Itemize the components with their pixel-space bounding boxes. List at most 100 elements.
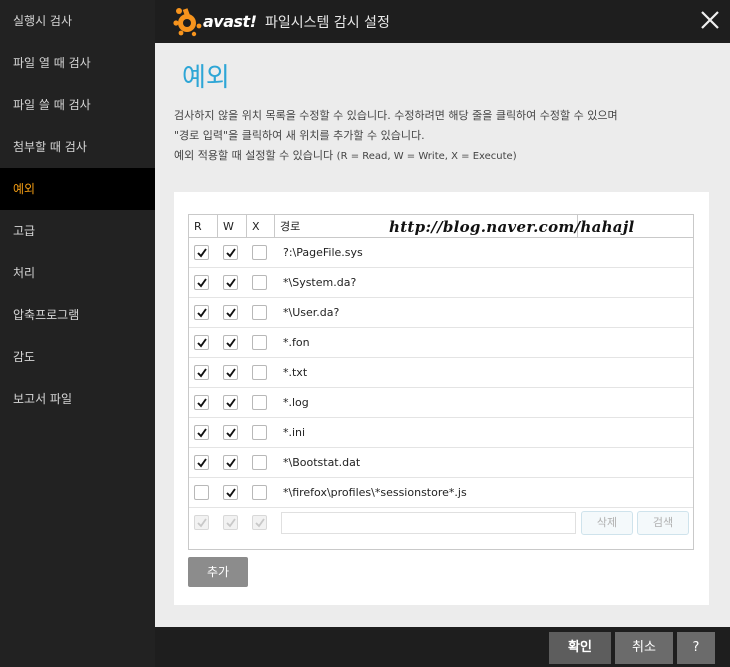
read-checkbox[interactable] — [194, 305, 209, 320]
description-legend: (R = Read, W = Write, X = Execute) — [336, 151, 517, 162]
read-checkbox[interactable] — [194, 245, 209, 260]
execute-checkbox[interactable] — [252, 455, 267, 470]
path-cell[interactable]: *.txt — [283, 358, 307, 388]
add-button[interactable]: 추가 — [188, 557, 248, 587]
path-cell[interactable]: ?:\PageFile.sys — [283, 238, 363, 268]
avast-logo-icon — [173, 8, 202, 37]
column-header-read[interactable]: R — [189, 215, 218, 238]
sidebar-item-packers[interactable]: 압축프로그램 — [0, 294, 155, 336]
sidebar-item-sensitivity[interactable]: 감도 — [0, 336, 155, 378]
help-button[interactable]: ? — [677, 632, 715, 664]
column-header-write[interactable]: W — [218, 215, 247, 238]
read-checkbox[interactable] — [194, 335, 209, 350]
description-line-3: 예외 적용할 때 설정할 수 있습니다 (R = Read, W = Write… — [174, 146, 719, 167]
sidebar-item-scan-on-open[interactable]: 파일 열 때 검사 — [0, 42, 155, 84]
write-checkbox[interactable] — [223, 335, 238, 350]
exclusions-table: R W X 경로 ?:\PageFile.sys *\System.da? *\Us… — [188, 214, 694, 550]
check-icon — [226, 488, 236, 498]
execute-checkbox[interactable] — [252, 395, 267, 410]
new-entry-write-checkbox — [223, 515, 238, 530]
path-cell[interactable]: *\Bootstat.dat — [283, 448, 360, 478]
table-row[interactable]: *\User.da? — [189, 298, 693, 328]
table-row[interactable]: ?:\PageFile.sys — [189, 238, 693, 268]
check-icon — [226, 368, 236, 378]
close-icon[interactable] — [698, 8, 722, 32]
path-cell[interactable]: *.log — [283, 388, 309, 418]
sidebar-item-report-file[interactable]: 보고서 파일 — [0, 378, 155, 420]
execute-checkbox[interactable] — [252, 245, 267, 260]
write-checkbox[interactable] — [223, 395, 238, 410]
check-icon — [197, 428, 207, 438]
footer-bar: 확인 취소 ? — [155, 627, 730, 667]
check-icon — [226, 278, 236, 288]
check-icon — [197, 398, 207, 408]
check-icon — [226, 458, 236, 468]
description-line-1: 검사하지 않을 위치 목록을 수정할 수 있습니다. 수정하려면 해당 줄을 클… — [174, 109, 618, 122]
sidebar-item-actions[interactable]: 처리 — [0, 252, 155, 294]
execute-checkbox[interactable] — [252, 335, 267, 350]
sidebar-item-startup-scan[interactable]: 실행시 검사 — [0, 0, 155, 42]
check-icon — [226, 428, 236, 438]
read-checkbox[interactable] — [194, 425, 209, 440]
table-row[interactable]: *\Bootstat.dat — [189, 448, 693, 478]
read-checkbox[interactable] — [194, 275, 209, 290]
description-line-2: "경로 입력"을 클릭하여 새 위치를 추가할 수 있습니다. — [174, 129, 425, 142]
table-row[interactable]: *.log — [189, 388, 693, 418]
sidebar-item-scan-on-attach[interactable]: 첨부할 때 검사 — [0, 126, 155, 168]
table-row[interactable]: *.txt — [189, 358, 693, 388]
path-cell[interactable]: *\System.da? — [283, 268, 356, 298]
close-button[interactable] — [698, 8, 722, 32]
execute-checkbox[interactable] — [252, 305, 267, 320]
write-checkbox[interactable] — [223, 365, 238, 380]
sidebar: 실행시 검사 파일 열 때 검사 파일 쓸 때 검사 첨부할 때 검사 예외 고… — [0, 0, 155, 667]
title-bar: avast! 파일시스템 감시 설정 — [155, 0, 730, 43]
table-row[interactable]: *\System.da? — [189, 268, 693, 298]
table-row[interactable]: *.ini — [189, 418, 693, 448]
check-icon — [197, 278, 207, 288]
cancel-button[interactable]: 취소 — [615, 632, 673, 664]
read-checkbox[interactable] — [194, 455, 209, 470]
execute-checkbox[interactable] — [252, 425, 267, 440]
description: 검사하지 않을 위치 목록을 수정할 수 있습니다. 수정하려면 해당 줄을 클… — [174, 106, 719, 167]
ok-button[interactable]: 확인 — [549, 632, 611, 664]
sidebar-item-scan-on-write[interactable]: 파일 쓸 때 검사 — [0, 84, 155, 126]
column-header-execute[interactable]: X — [247, 215, 275, 238]
path-cell[interactable]: *.fon — [283, 328, 310, 358]
table-row[interactable]: *.fon — [189, 328, 693, 358]
path-cell[interactable]: *.ini — [283, 418, 305, 448]
read-checkbox[interactable] — [194, 365, 209, 380]
sidebar-item-advanced[interactable]: 고급 — [0, 210, 155, 252]
write-checkbox[interactable] — [223, 245, 238, 260]
delete-button[interactable]: 삭제 — [581, 511, 633, 535]
check-icon — [197, 458, 207, 468]
sidebar-item-exclusions[interactable]: 예외 — [0, 168, 155, 210]
path-cell[interactable]: *\User.da? — [283, 298, 339, 328]
new-entry-read-checkbox — [194, 515, 209, 530]
check-icon — [226, 308, 236, 318]
execute-checkbox[interactable] — [252, 485, 267, 500]
check-icon — [226, 398, 236, 408]
write-checkbox[interactable] — [223, 305, 238, 320]
exclusions-panel: R W X 경로 ?:\PageFile.sys *\System.da? *\Us… — [174, 192, 709, 605]
check-icon — [197, 308, 207, 318]
write-checkbox[interactable] — [223, 425, 238, 440]
read-checkbox[interactable] — [194, 395, 209, 410]
path-cell[interactable]: *\firefox\profiles\*sessionstore*.js — [283, 478, 467, 508]
write-checkbox[interactable] — [223, 485, 238, 500]
check-icon — [226, 518, 236, 528]
execute-checkbox[interactable] — [252, 275, 267, 290]
check-icon — [197, 518, 207, 528]
brand-name: avast! — [203, 12, 257, 31]
table-row[interactable]: *\firefox\profiles\*sessionstore*.js — [189, 478, 693, 508]
check-icon — [226, 248, 236, 258]
write-checkbox[interactable] — [223, 275, 238, 290]
browse-button[interactable]: 검색 — [637, 511, 689, 535]
check-icon — [197, 338, 207, 348]
avast-logo: avast! — [172, 5, 260, 37]
main-content: 예외 검사하지 않을 위치 목록을 수정할 수 있습니다. 수정하려면 해당 줄… — [155, 43, 730, 627]
path-input[interactable] — [281, 512, 576, 534]
write-checkbox[interactable] — [223, 455, 238, 470]
read-checkbox[interactable] — [194, 485, 209, 500]
execute-checkbox[interactable] — [252, 365, 267, 380]
new-entry-execute-checkbox — [252, 515, 267, 530]
